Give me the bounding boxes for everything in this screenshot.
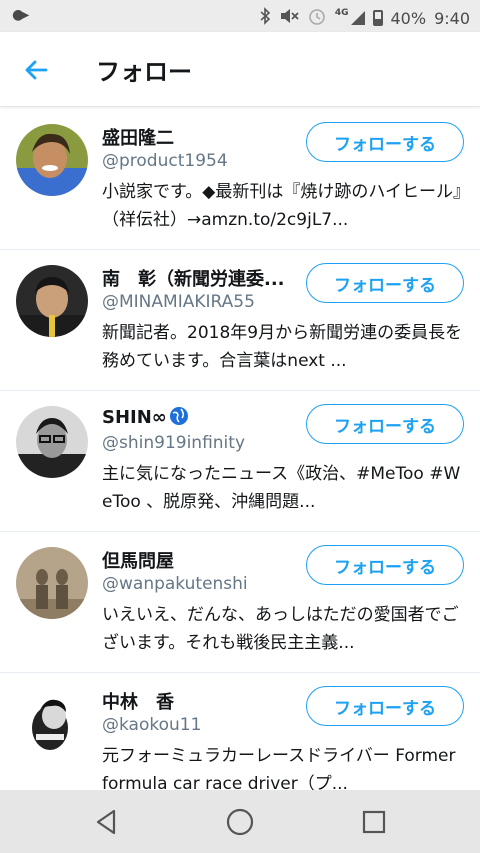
follow-button[interactable]: フォローする <box>306 404 464 444</box>
avatar[interactable] <box>16 547 88 619</box>
avatar[interactable] <box>16 124 88 196</box>
avatar[interactable] <box>16 688 88 760</box>
user-name: 但馬問屋 <box>102 551 174 572</box>
user-handle: @wanpakutenshi <box>102 574 248 594</box>
following-list[interactable]: 盛田隆二 @product1954 フォローする 小説家です。◆最新刊は『焼け跡… <box>0 108 480 790</box>
notification-icon: ●▸ <box>12 7 29 23</box>
avatar[interactable] <box>16 406 88 478</box>
home-circle-icon <box>226 808 254 836</box>
app-header: フォロー <box>0 32 480 107</box>
clock: 9:40 <box>434 8 470 28</box>
navigation-bar <box>0 790 480 853</box>
follow-button[interactable]: フォローする <box>306 545 464 585</box>
status-bar: ●▸ 4G 40% 9:40 <box>0 0 480 32</box>
follow-button[interactable]: フォローする <box>306 263 464 303</box>
alarm-icon <box>307 6 327 30</box>
user-row[interactable]: 南 彰（新聞労連委... @MINAMIAKIRA55 フォローする 新聞記者。… <box>0 249 480 391</box>
follow-button[interactable]: フォローする <box>306 122 464 162</box>
user-handle: @shin919infinity <box>102 433 246 453</box>
nav-recents-button[interactable] <box>356 804 392 840</box>
nav-home-button[interactable] <box>222 804 258 840</box>
mute-icon <box>279 7 299 29</box>
user-name: SHIN∞ <box>102 406 189 428</box>
follow-button[interactable]: フォローする <box>306 686 464 726</box>
back-arrow-icon <box>25 60 48 80</box>
bluetooth-icon <box>259 7 271 29</box>
user-name: 南 彰（新聞労連委... <box>102 269 285 290</box>
square-recents-icon <box>362 810 386 834</box>
battery-icon <box>372 10 383 26</box>
signal-icon <box>350 11 365 25</box>
globe-icon <box>169 407 188 425</box>
network-type: 4G <box>334 8 349 18</box>
user-handle: @kaokou11 <box>102 715 202 735</box>
user-handle: @product1954 <box>102 151 228 171</box>
nav-back-button[interactable] <box>88 804 124 840</box>
user-row[interactable]: 中林 香 @kaokou11 フォローする 元フォーミュラカーレースドライバー … <box>0 672 480 790</box>
page-title: フォロー <box>96 58 192 86</box>
user-handle: @MINAMIAKIRA55 <box>102 292 255 312</box>
avatar[interactable] <box>16 265 88 337</box>
user-row[interactable]: 但馬問屋 @wanpakutenshi フォローする いえいえ、だんな、あっしは… <box>0 531 480 673</box>
back-button[interactable] <box>20 54 52 86</box>
battery-level: 40% <box>390 8 427 28</box>
user-name: 盛田隆二 <box>102 128 174 149</box>
user-bio: 新聞記者。2018年9月から新聞労連の委員長を務めています。合言葉はnext .… <box>102 323 463 371</box>
user-bio: 小説家です。◆最新刊は『焼け跡のハイヒール』（祥伝社）→amzn.to/2c9j… <box>102 182 462 230</box>
user-row[interactable]: SHIN∞ @shin919infinity フォローする 主に気になったニュー… <box>0 390 480 532</box>
user-bio: 主に気になったニュース《政治、#MeToo #WeToo 、脱原発、沖縄問題..… <box>102 464 461 512</box>
user-bio: 元フォーミュラカーレースドライバー Former formula car rac… <box>102 746 456 790</box>
user-row[interactable]: 盛田隆二 @product1954 フォローする 小説家です。◆最新刊は『焼け跡… <box>0 108 480 250</box>
user-name: 中林 香 <box>102 692 174 713</box>
triangle-back-icon <box>96 809 116 835</box>
user-bio: いえいえ、だんな、あっしはただの愛国者でございます。それも戦後民主主義... <box>102 605 459 653</box>
